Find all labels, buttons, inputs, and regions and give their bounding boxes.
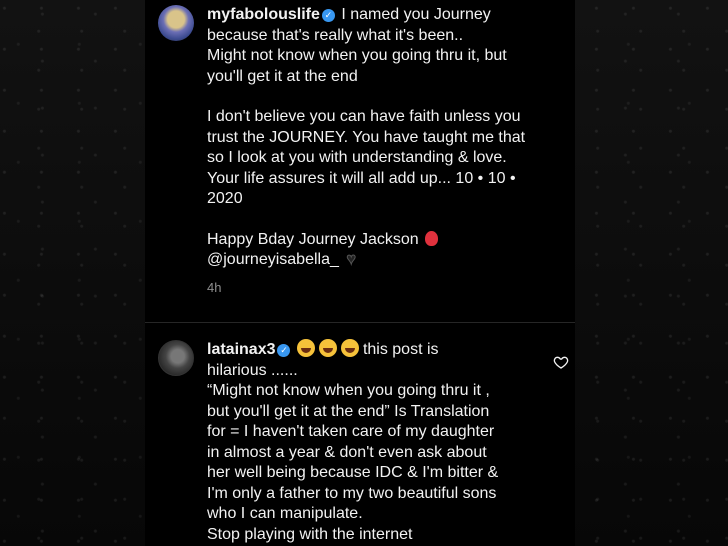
comment-1-paragraph-2: I don't believe you can have faith unles… (207, 108, 526, 207)
birthday-text: Happy Bday Journey Jackson (207, 230, 419, 248)
heart-outline-icon[interactable] (553, 354, 569, 370)
comment-2-body: hilarious ...... “Might not know when yo… (207, 361, 499, 543)
username-latainax3[interactable]: latainax3 (207, 341, 275, 358)
comment-1-first-line: myfabolouslife ✓ I named you Journey (207, 5, 567, 26)
comment-1-line: you'll get it at the end (207, 67, 358, 85)
laugh-emoji-icon (340, 339, 359, 357)
comment-1: myfabolouslife ✓ I named you Journey beca… (207, 5, 567, 298)
mention-link[interactable]: @journeyisabella_ (207, 251, 339, 268)
avatar-myfabolouslife[interactable] (158, 5, 194, 41)
avatar-latainax3[interactable] (158, 340, 194, 376)
laugh-emoji-icon (296, 339, 315, 357)
comment-1-paragraph-3: Happy Bday Journey Jackson (207, 230, 567, 251)
comment-1-text-start: I named you Journey (341, 6, 491, 23)
black-heart-emoji-icon: ♥ (346, 251, 356, 269)
verified-badge-icon: ✓ (277, 344, 291, 357)
comment-1-line: because that's really what it's been.. (207, 26, 464, 44)
laugh-emoji-icon (318, 339, 337, 357)
comment-2-first-line: latainax3 ✓ this post is (207, 339, 547, 361)
balloon-emoji-icon (425, 230, 439, 246)
comment-divider (145, 322, 575, 323)
comment-1-timestamp[interactable]: 4h (207, 278, 567, 299)
verified-badge-icon: ✓ (321, 9, 335, 22)
username-myfabolouslife[interactable]: myfabolouslife (207, 6, 320, 23)
comment-2: latainax3 ✓ this post is hilarious ......… (207, 339, 547, 545)
comment-2-text-start: this post is (362, 341, 439, 358)
comment-1-line: Might not know when you going thru it, b… (207, 47, 507, 64)
comment-1-mention-line: @journeyisabella_ ♥ (207, 250, 567, 271)
